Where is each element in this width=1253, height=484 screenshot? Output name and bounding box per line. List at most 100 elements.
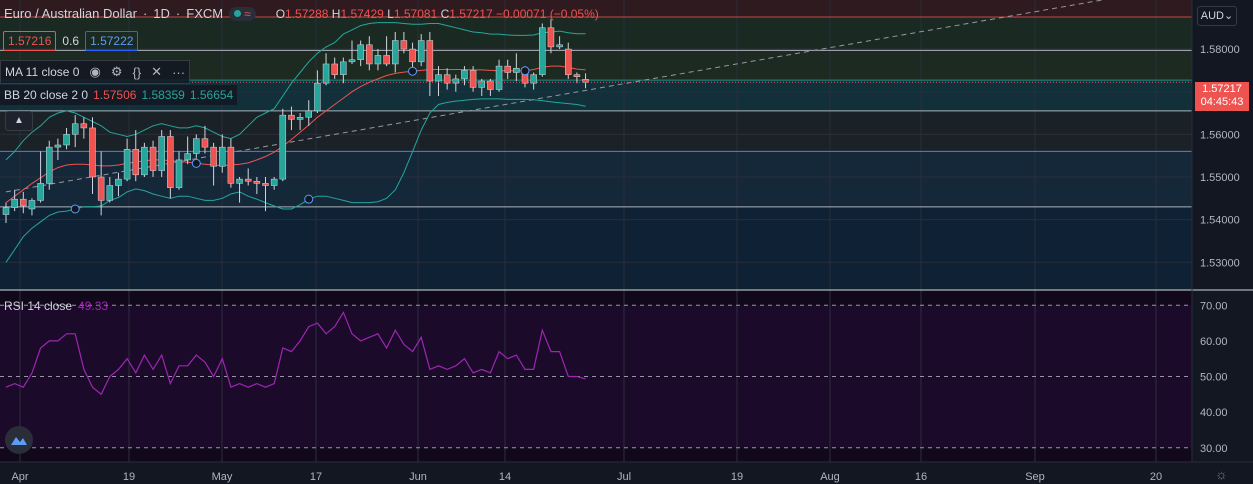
candle-body[interactable]: [227, 146, 235, 184]
candle-body[interactable]: [504, 65, 511, 73]
candle-body[interactable]: [573, 74, 581, 78]
candle-body[interactable]: [71, 123, 79, 135]
candle-body[interactable]: [565, 48, 572, 75]
candle-body[interactable]: [296, 117, 304, 120]
candle-body[interactable]: [167, 136, 174, 188]
candle-body[interactable]: [262, 183, 269, 186]
candle-body[interactable]: [539, 27, 546, 75]
candle-body[interactable]: [322, 63, 330, 84]
buy-button[interactable]: 1.57222: [85, 31, 139, 51]
candle-body[interactable]: [184, 153, 191, 161]
y-tick-label: 1.56000: [1200, 129, 1240, 141]
high-value: 1.57429: [340, 6, 384, 21]
sell-button[interactable]: 1.57216: [3, 31, 57, 51]
interval[interactable]: 1D: [153, 6, 170, 21]
event-marker[interactable]: [520, 66, 530, 76]
eye-icon[interactable]: ◉: [89, 64, 100, 80]
currency-button[interactable]: AUD⌄: [1197, 6, 1237, 26]
exchange: FXCM: [186, 6, 224, 21]
candle-body[interactable]: [28, 200, 36, 210]
gear-icon[interactable]: ⚙: [111, 64, 123, 80]
candle-body[interactable]: [547, 27, 555, 48]
rsi-tick-label: 70.00: [1200, 300, 1228, 312]
candle-body[interactable]: [149, 146, 157, 171]
candle-body[interactable]: [158, 136, 165, 171]
candle-body[interactable]: [54, 144, 62, 148]
event-marker[interactable]: [70, 204, 80, 214]
candle-body[interactable]: [80, 123, 88, 129]
candle-body[interactable]: [400, 40, 408, 50]
ma-indicator-legend[interactable]: MA 11 close 0 ◉ ⚙ {} ✕ ···: [0, 60, 191, 84]
candle-body[interactable]: [37, 183, 44, 201]
bb-basis-value: 1.57506: [93, 88, 137, 102]
candle-body[interactable]: [141, 146, 148, 176]
rsi-legend[interactable]: RSI 14 close 49.33: [4, 299, 108, 313]
candle-body[interactable]: [236, 178, 243, 184]
bar-countdown: 04:45:43: [1200, 96, 1244, 108]
rsi-tick-label: 60.00: [1200, 336, 1228, 348]
braces-icon[interactable]: {}: [132, 65, 141, 80]
candle-body[interactable]: [219, 146, 226, 167]
x-tick-label: 19: [731, 471, 743, 483]
candle-body[interactable]: [392, 40, 399, 65]
candle-body[interactable]: [175, 159, 183, 188]
candle-body[interactable]: [2, 207, 10, 215]
candle-body[interactable]: [305, 110, 312, 118]
candle-body[interactable]: [210, 146, 217, 167]
tradingview-logo-icon[interactable]: [5, 426, 33, 454]
event-marker[interactable]: [191, 158, 201, 168]
candle-body[interactable]: [20, 198, 27, 207]
candle-body[interactable]: [348, 59, 356, 63]
candle-body[interactable]: [89, 127, 96, 178]
event-marker[interactable]: [408, 66, 418, 76]
chevron-up-icon: ▲: [14, 115, 24, 126]
candle-body[interactable]: [461, 70, 468, 80]
candle-body[interactable]: [288, 114, 295, 120]
last-price-tag: 1.57217 04:45:43: [1195, 82, 1249, 111]
candle-body[interactable]: [435, 74, 442, 82]
rsi-label: RSI 14 close: [4, 299, 73, 313]
candle-body[interactable]: [63, 134, 70, 146]
market-status-pill[interactable]: ≈: [229, 6, 256, 21]
candle-body[interactable]: [426, 40, 434, 82]
bb-indicator-legend[interactable]: BB 20 close 2 0 1.57506 1.58359 1.56654: [0, 85, 238, 105]
candle-body[interactable]: [374, 55, 382, 65]
chevron-down-icon: ⌄: [1224, 10, 1234, 22]
candle-body[interactable]: [244, 178, 252, 182]
candle-body[interactable]: [201, 138, 209, 148]
event-marker[interactable]: [304, 194, 314, 204]
candle-body[interactable]: [340, 61, 347, 75]
more-icon[interactable]: ···: [172, 65, 185, 80]
close-value: 1.57217: [449, 6, 493, 21]
candle-body[interactable]: [383, 55, 390, 65]
candle-body[interactable]: [123, 149, 131, 180]
candle-body[interactable]: [253, 181, 261, 184]
candle-body[interactable]: [193, 138, 200, 154]
candle-body[interactable]: [556, 44, 563, 48]
candle-body[interactable]: [495, 65, 503, 90]
candle-body[interactable]: [366, 44, 373, 65]
candle-body[interactable]: [115, 178, 122, 186]
x-tick-label: Jul: [617, 471, 631, 483]
settings-gear-icon[interactable]: ☼: [1215, 466, 1228, 482]
wave-icon: ≈: [244, 6, 251, 21]
candle-body[interactable]: [106, 185, 114, 201]
candle-body[interactable]: [314, 82, 321, 112]
collapse-legend-button[interactable]: ▲: [5, 111, 33, 131]
candle-body[interactable]: [357, 44, 364, 60]
candle-body[interactable]: [46, 146, 53, 184]
candle-body[interactable]: [279, 114, 287, 180]
candle-body[interactable]: [132, 149, 139, 176]
candle-body[interactable]: [513, 67, 520, 73]
ohlc-values: O1.57288 H1.57429 L1.57081 C1.57217 −0.0…: [275, 6, 599, 21]
close-icon[interactable]: ✕: [151, 64, 162, 80]
candle-body[interactable]: [11, 198, 18, 208]
candle-body[interactable]: [97, 176, 105, 201]
symbol-name[interactable]: Euro / Australian Dollar: [4, 6, 137, 21]
candle-body[interactable]: [417, 40, 425, 63]
x-tick-label: Jun: [409, 471, 427, 483]
candle-body[interactable]: [270, 178, 278, 186]
candle-body[interactable]: [409, 48, 416, 63]
candle-body[interactable]: [331, 63, 338, 75]
candle-body[interactable]: [469, 70, 477, 88]
